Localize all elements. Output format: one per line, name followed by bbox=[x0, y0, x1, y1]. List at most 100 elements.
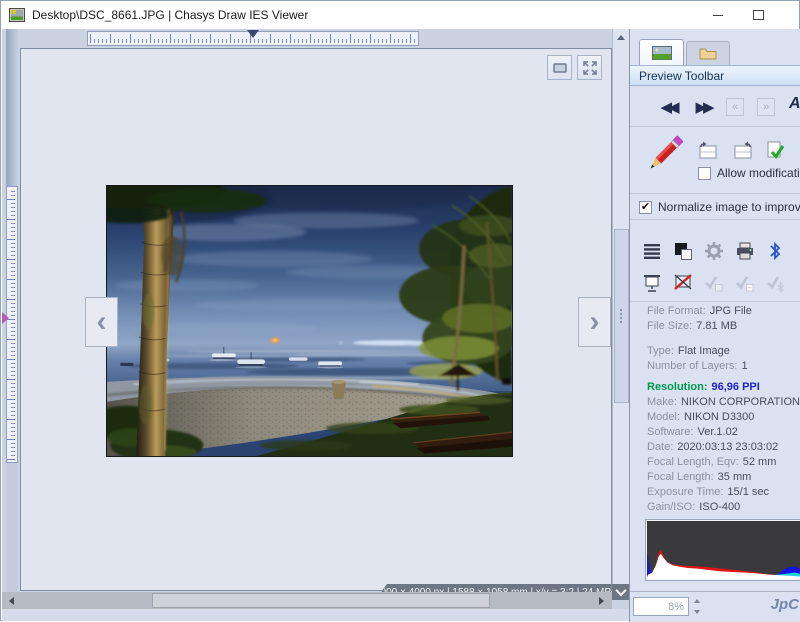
settings-button[interactable] bbox=[703, 240, 725, 262]
copy-squares-icon bbox=[673, 241, 693, 261]
minimize-button[interactable] bbox=[701, 1, 735, 29]
chevron-left-icon: ‹ bbox=[97, 305, 107, 339]
minimize-icon bbox=[713, 15, 723, 16]
horizontal-scrollbar[interactable] bbox=[2, 592, 612, 609]
expand-arrows-icon bbox=[582, 60, 598, 76]
status-bar-collapse-button[interactable] bbox=[612, 584, 629, 600]
title-bar: Desktop\DSC_8661.JPG | Chasys Draw IES V… bbox=[1, 1, 799, 29]
window-title: Desktop\DSC_8661.JPG | Chasys Draw IES V… bbox=[32, 8, 308, 22]
image-histogram bbox=[645, 519, 800, 581]
checkbox-unchecked-icon[interactable] bbox=[698, 167, 711, 180]
fit-to-window-button[interactable] bbox=[547, 55, 572, 80]
edit-pencil-button[interactable] bbox=[645, 134, 683, 176]
meta-iso: Gain/ISO:ISO-400 bbox=[647, 501, 800, 516]
next-file-button[interactable]: ▶▶ bbox=[687, 96, 719, 118]
guillemet-left-icon: « bbox=[732, 101, 738, 113]
next-image-button[interactable]: › bbox=[578, 297, 611, 347]
gear-icon bbox=[704, 241, 724, 261]
print-button[interactable] bbox=[734, 240, 756, 262]
copy-button[interactable] bbox=[672, 240, 694, 262]
first-file-button[interactable]: « bbox=[726, 98, 744, 116]
pencil-icon bbox=[645, 134, 683, 176]
panel-header-title: Preview Toolbar bbox=[639, 69, 724, 83]
metadata-panel: File Format:JPG File File Size:7.81 MB T… bbox=[647, 305, 800, 516]
fullscreen-button[interactable] bbox=[577, 55, 602, 80]
left-gutter-bottom bbox=[6, 463, 18, 592]
menu-button[interactable] bbox=[641, 240, 663, 262]
check-page-disabled-icon bbox=[735, 273, 755, 293]
check-copy-disabled-icon bbox=[704, 273, 724, 293]
vertical-scrollbar[interactable] bbox=[612, 29, 629, 592]
check-bluetooth-disabled-icon bbox=[766, 273, 786, 293]
meta-layers: Number of Layers:1 bbox=[647, 360, 800, 375]
confirm-copy-disabled-button[interactable] bbox=[703, 272, 725, 294]
hamburger-menu-icon bbox=[642, 241, 662, 261]
no-slideshow-icon bbox=[673, 273, 693, 293]
brand-logo: JpC bbox=[771, 596, 799, 613]
previous-file-button[interactable]: ◀◀ bbox=[652, 96, 684, 118]
meta-focal-eqv: Focal Length, Eqv:52 mm bbox=[647, 456, 800, 471]
meta-exposure: Exposure Time:15/1 sec bbox=[647, 486, 800, 501]
image-thumbnail-icon bbox=[652, 46, 672, 60]
arrow-up-icon bbox=[617, 35, 625, 40]
apply-save-button[interactable] bbox=[763, 139, 787, 163]
spinner-down-icon[interactable] bbox=[694, 610, 700, 614]
previous-image-button[interactable]: ‹ bbox=[85, 297, 118, 347]
chevron-right-icon: › bbox=[590, 305, 600, 339]
page-check-icon bbox=[763, 139, 787, 163]
zoom-level-input[interactable]: 8% bbox=[633, 597, 689, 616]
meta-type: Type:Flat Image bbox=[647, 345, 800, 360]
meta-file-size: File Size:7.81 MB bbox=[647, 320, 800, 335]
preview-panel: Preview Toolbar ◀◀ ▶▶ « » A bbox=[629, 29, 800, 622]
panel-bottom-bar: 8% JpC bbox=[630, 591, 800, 622]
rotate-left-button[interactable] bbox=[697, 139, 721, 163]
vertical-ruler bbox=[6, 186, 18, 463]
app-window: Desktop\DSC_8661.JPG | Chasys Draw IES V… bbox=[0, 0, 800, 621]
thumb-grip-icon bbox=[620, 309, 622, 323]
checkbox-checked-icon[interactable]: ✔ bbox=[639, 201, 652, 214]
maximize-button[interactable] bbox=[741, 1, 775, 29]
vertical-scroll-thumb[interactable] bbox=[614, 229, 629, 403]
tab-folder[interactable] bbox=[686, 41, 730, 65]
rotate-right-button[interactable] bbox=[730, 139, 754, 163]
confirm-bluetooth-disabled-button[interactable] bbox=[765, 272, 787, 294]
image-canvas: ‹ › bbox=[20, 48, 612, 591]
bluetooth-send-button[interactable] bbox=[765, 240, 787, 262]
scroll-left-button[interactable] bbox=[4, 592, 18, 609]
auto-advance-label[interactable]: A bbox=[789, 95, 800, 113]
meta-software: Software:Ver.1.02 bbox=[647, 426, 800, 441]
normalize-image-checkbox[interactable]: ✔ Normalize image to improve co bbox=[639, 200, 800, 214]
last-file-button[interactable]: » bbox=[757, 98, 775, 116]
double-arrow-left-icon: ◀◀ bbox=[660, 98, 675, 116]
meta-focal: Focal Length:35 mm bbox=[647, 471, 800, 486]
fit-icon bbox=[552, 60, 568, 76]
meta-model: Model:NIKON D3300 bbox=[647, 411, 800, 426]
stop-slideshow-button[interactable] bbox=[672, 272, 694, 294]
projection-screen-icon bbox=[642, 273, 662, 293]
meta-resolution: Resolution:96,96 PPI bbox=[647, 381, 800, 396]
rotate-right-icon bbox=[730, 139, 754, 163]
left-gutter bbox=[6, 29, 18, 186]
confirm-save-disabled-button[interactable] bbox=[734, 272, 756, 294]
zoom-level-value: 8% bbox=[668, 601, 684, 613]
app-icon bbox=[9, 7, 25, 23]
allow-modification-checkbox[interactable]: Allow modification bbox=[698, 166, 800, 180]
extra-page-button[interactable] bbox=[796, 139, 800, 163]
double-arrow-right-icon: ▶▶ bbox=[695, 98, 710, 116]
meta-make: Make:NIKON CORPORATION bbox=[647, 396, 800, 411]
allow-modification-label: Allow modification bbox=[717, 166, 800, 180]
page-icon bbox=[796, 139, 800, 163]
zoom-stepper[interactable] bbox=[690, 597, 703, 616]
horizontal-scroll-thumb[interactable] bbox=[152, 593, 490, 608]
chevron-down-icon bbox=[615, 585, 626, 596]
viewer-workspace: ‹ › 6000 × 4000 px | 1588 × 1058 mm | x/… bbox=[2, 29, 629, 621]
arrow-right-icon bbox=[599, 597, 604, 605]
arrow-left-icon bbox=[9, 597, 14, 605]
normalize-image-label: Normalize image to improve co bbox=[658, 200, 800, 214]
slideshow-button[interactable] bbox=[641, 272, 663, 294]
spinner-up-icon[interactable] bbox=[694, 599, 700, 603]
tab-preview[interactable] bbox=[639, 39, 684, 65]
scroll-up-button[interactable] bbox=[613, 29, 629, 45]
ruler-marker-horizontal bbox=[247, 30, 259, 38]
scroll-right-button[interactable] bbox=[594, 592, 608, 609]
